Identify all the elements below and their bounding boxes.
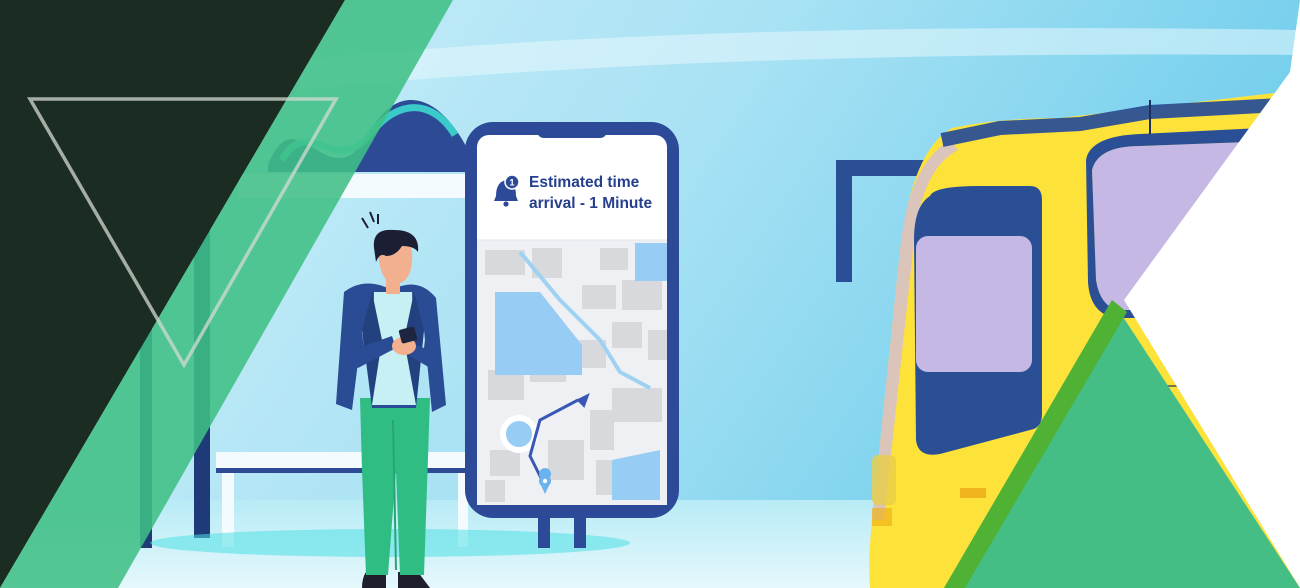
bus-stop-illustration: 1 Estimated time arrival - 1 Minute [0,0,1300,588]
bell-badge-count: 1 [509,178,514,188]
map-water-top [635,243,667,281]
bus-front-light [960,488,986,498]
route-map [477,240,667,505]
bus-windshield [916,236,1032,372]
bench-seat [216,452,478,468]
roundabout [500,415,538,453]
arrival-notification: Estimated time arrival - 1 Minute [529,172,652,214]
illustration-canvas: 1 [0,0,1300,588]
phone-notch [537,122,607,138]
notification-line-2: arrival - 1 Minute [529,195,653,212]
notification-line-1: Estimated time [529,174,640,191]
